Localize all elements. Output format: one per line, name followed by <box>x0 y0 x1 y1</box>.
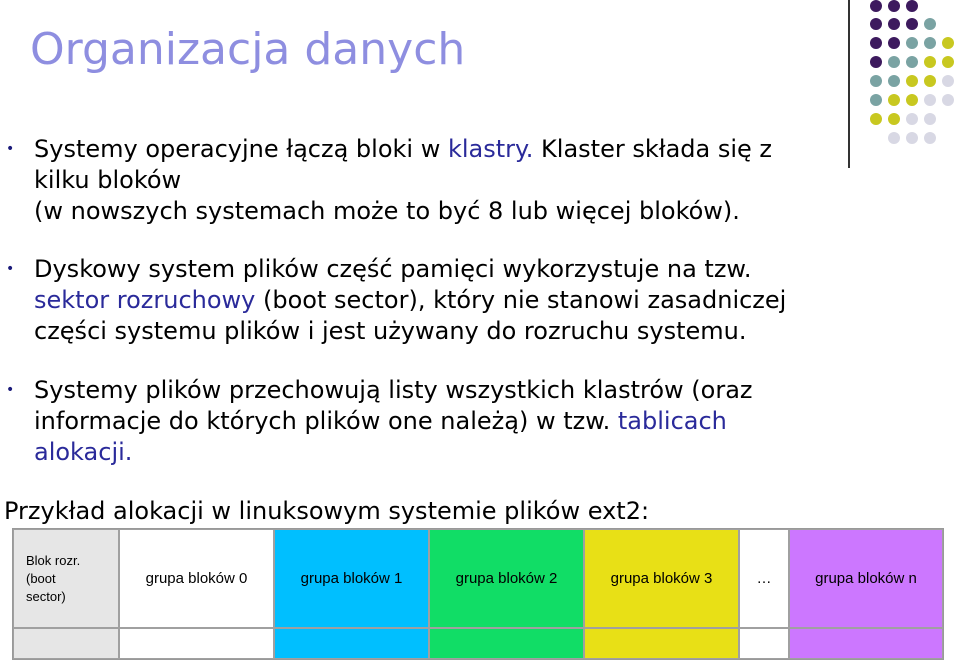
divider-line <box>848 0 850 168</box>
bullet-line: Systemy plików przechowują listy wszystk… <box>34 376 753 404</box>
decor-dot <box>906 18 918 30</box>
slide-title: Organizacja danych <box>30 24 466 75</box>
example-heading: Przykład alokacji w linuksowym systemie … <box>4 497 650 525</box>
decor-dot <box>870 56 882 68</box>
decor-dot <box>888 56 900 68</box>
decor-dot <box>924 132 936 144</box>
bullet-icon: • <box>6 382 15 398</box>
bullet-allocation-tables: • Systemy plików przechowują listy wszys… <box>6 375 834 468</box>
bullet-text: Klaster składa się z <box>533 135 773 163</box>
highlight-term-alokacji: alokacji. <box>34 438 133 466</box>
bullet-line: informacje do których plików one należą)… <box>34 406 834 437</box>
block-group-0-row2 <box>119 628 274 659</box>
bullet-boot-sector: • Dyskowy system plików część pamięci wy… <box>6 254 834 347</box>
decor-dot <box>924 94 936 106</box>
decor-dot <box>906 113 918 125</box>
bullet-text: informacje do których plików one należą)… <box>34 407 618 435</box>
decor-dot <box>924 113 936 125</box>
decor-dot <box>870 113 882 125</box>
decor-dot <box>924 56 936 68</box>
decor-dot <box>906 132 918 144</box>
block-group-1-cell: grupa bloków 1 <box>274 529 429 628</box>
ellipsis-cell: … <box>739 529 789 628</box>
block-group-2-cell: grupa bloków 2 <box>429 529 584 628</box>
block-group-1-row2 <box>274 628 429 659</box>
decorative-dot-grid <box>866 0 960 150</box>
ext2-allocation-diagram: Blok rozr. (boot sector) grupa bloków 0 … <box>12 528 944 660</box>
decor-dot <box>942 37 954 49</box>
bullet-line: alokacji. <box>34 437 834 468</box>
boot-sector-cell: Blok rozr. (boot sector) <box>13 529 119 628</box>
block-group-0-cell: grupa bloków 0 <box>119 529 274 628</box>
highlight-term-tablicach: tablicach <box>617 407 727 435</box>
boot-sector-row2 <box>13 628 119 659</box>
highlight-term-klastry: klastry. <box>447 135 534 163</box>
decor-dot <box>906 0 918 12</box>
decor-dot <box>888 113 900 125</box>
bullet-line: sektor rozruchowy (boot sector), który n… <box>34 285 834 316</box>
bullet-icon: • <box>6 261 15 277</box>
decor-dot <box>888 75 900 87</box>
decor-dot <box>870 94 882 106</box>
decor-dot <box>870 18 882 30</box>
decor-dot <box>924 75 936 87</box>
decor-dot <box>870 75 882 87</box>
block-group-n-row2 <box>789 628 943 659</box>
decor-dot <box>888 94 900 106</box>
decor-dot <box>924 18 936 30</box>
bullet-line: kilku bloków <box>34 166 182 194</box>
decor-dot <box>924 37 936 49</box>
decor-dot <box>906 56 918 68</box>
decor-dot <box>942 75 954 87</box>
decor-dot <box>942 94 954 106</box>
block-group-2-row2 <box>429 628 584 659</box>
cell-label: sector) <box>26 588 66 604</box>
bullet-text: Systemy operacyjne łączą bloki w <box>34 135 448 163</box>
decor-dot <box>942 56 954 68</box>
bullet-line: Dyskowy system plików część pamięci wyko… <box>34 255 752 283</box>
bullet-text: (boot sector), który nie stanowi zasadni… <box>255 286 787 314</box>
block-group-n-cell: grupa bloków n <box>789 529 943 628</box>
bullet-line: (w nowszych systemach może to być 8 lub … <box>34 197 740 225</box>
bullet-line: Systemy operacyjne łączą bloki w klastry… <box>34 134 834 165</box>
block-group-3-row2 <box>584 628 739 659</box>
cell-label: Blok rozr. <box>26 552 81 568</box>
highlight-term-sektor-rozruchowy: sektor rozruchowy <box>34 286 256 314</box>
ellipsis-row2 <box>739 628 789 659</box>
decor-dot <box>906 37 918 49</box>
decor-dot <box>888 0 900 12</box>
bullet-clusters: • Systemy operacyjne łączą bloki w klast… <box>6 134 834 227</box>
decor-dot <box>888 132 900 144</box>
decor-dot <box>906 94 918 106</box>
decor-dot <box>906 75 918 87</box>
decor-dot <box>888 18 900 30</box>
bullet-icon: • <box>6 141 15 157</box>
block-group-3-cell: grupa bloków 3 <box>584 529 739 628</box>
cell-label: (boot <box>26 570 56 586</box>
decor-dot <box>888 37 900 49</box>
decor-dot <box>870 37 882 49</box>
bullet-line: części systemu plików i jest używany do … <box>34 317 747 345</box>
decor-dot <box>870 0 882 12</box>
